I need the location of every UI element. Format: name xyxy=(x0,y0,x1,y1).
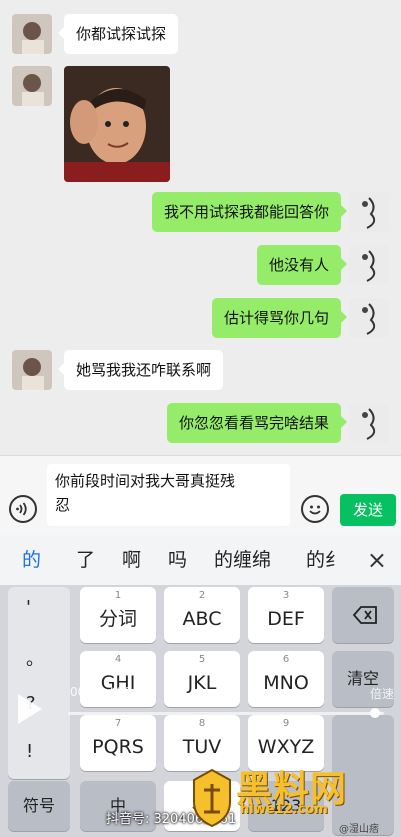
key-7[interactable]: 7 PQRS xyxy=(80,715,156,771)
key-3[interactable]: 3 DEF xyxy=(248,587,324,643)
key-1[interactable]: 1 分词 xyxy=(80,587,156,643)
message-bubble[interactable]: 你忽忽看看骂完啥结果 xyxy=(166,403,348,443)
chat-area: 你都试探试探 我不用试探我都能回答你 他没有人 估计得骂你几句 她骂我我还咋联系… xyxy=(0,0,401,455)
message-bubble[interactable]: 她骂我我还咋联系啊 xyxy=(57,350,224,390)
message-bubble[interactable]: 他没有人 xyxy=(256,245,348,285)
input-bar: 你前段时间对我大哥真挺残 忍 发送 xyxy=(0,455,401,536)
key-6[interactable]: 6 MNO xyxy=(248,651,324,707)
contact-avatar[interactable] xyxy=(12,14,52,54)
candidate-item[interactable]: 的缠绵 xyxy=(214,548,271,572)
candidate-item[interactable]: 啊 xyxy=(122,548,141,572)
send-button[interactable]: 发送 xyxy=(340,494,396,526)
my-avatar[interactable] xyxy=(349,403,389,443)
site-url: hlwe12.com xyxy=(240,802,328,817)
clear-key[interactable]: 清空 xyxy=(332,651,394,707)
symbol-column[interactable]: ' 。 ? ! xyxy=(8,587,70,779)
my-avatar[interactable] xyxy=(349,245,389,285)
weibo-watermark: @湿山痞 xyxy=(339,824,379,835)
backspace-key[interactable] xyxy=(332,587,394,643)
symbol-key[interactable]: 。 xyxy=(26,645,44,671)
message-bubble[interactable]: 你都试探试探 xyxy=(57,14,179,54)
symbols-key[interactable]: 符号 xyxy=(8,781,70,831)
message-input[interactable]: 你前段时间对我大哥真挺残 忍 xyxy=(47,464,290,526)
my-avatar[interactable] xyxy=(349,298,389,338)
input-line-2: 忍 xyxy=(55,496,71,514)
key-4[interactable]: 4 GHI xyxy=(80,651,156,707)
candidate-item[interactable]: 了 xyxy=(76,548,95,572)
close-icon[interactable]: × xyxy=(367,546,387,574)
candidate-item[interactable]: 的纟 xyxy=(306,548,348,572)
message-bubble[interactable]: 估计得骂你几句 xyxy=(211,298,348,338)
candidate-item[interactable]: 的 xyxy=(22,548,41,572)
message-bubble[interactable]: 我不用试探我都能回答你 xyxy=(151,192,348,232)
symbol-key[interactable]: ! xyxy=(26,741,33,762)
logo-emblem-icon xyxy=(193,768,231,828)
voice-icon[interactable] xyxy=(9,495,37,523)
contact-avatar[interactable] xyxy=(12,350,52,390)
backspace-icon xyxy=(352,606,377,624)
candidate-bar: 的 了 啊 吗 的缠绵 的纟 × xyxy=(0,535,401,585)
candidate-item[interactable]: 吗 xyxy=(168,548,187,572)
my-avatar[interactable] xyxy=(349,192,389,232)
contact-avatar[interactable] xyxy=(12,66,52,106)
symbol-key[interactable]: ' xyxy=(26,597,31,618)
emoji-icon[interactable] xyxy=(301,495,329,523)
key-2[interactable]: 2 ABC xyxy=(164,587,240,643)
key-5[interactable]: 5 JKL xyxy=(164,651,240,707)
sticker-image[interactable] xyxy=(64,66,170,182)
input-line-1: 你前段时间对我大哥真挺残 xyxy=(55,472,236,490)
symbol-key[interactable]: ? xyxy=(26,693,36,714)
